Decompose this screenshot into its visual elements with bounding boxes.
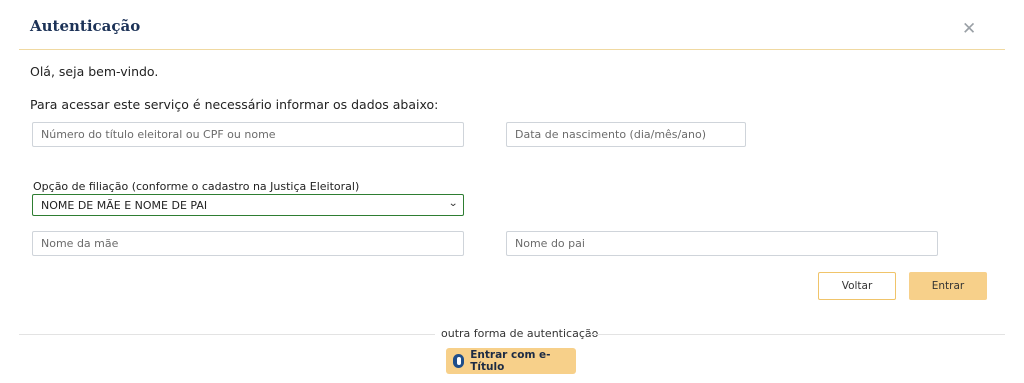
welcome-text: Olá, seja bem-vindo.	[30, 64, 159, 79]
alternative-divider-right	[587, 334, 1005, 335]
instructions-text: Para acessar este serviço é necessário i…	[30, 97, 439, 112]
chevron-down-icon: ⌄	[447, 198, 458, 209]
filiacao-label: Opção de filiação (conforme o cadastro n…	[33, 180, 360, 193]
voltar-button[interactable]: Voltar	[818, 272, 896, 300]
etitulo-button-label: Entrar com e-Título	[470, 349, 551, 373]
titulo-cpf-nome-input[interactable]	[32, 122, 464, 147]
header-divider	[19, 49, 1005, 50]
entrar-button[interactable]: Entrar	[909, 272, 987, 300]
etitulo-button[interactable]: Entrar com e-Título	[446, 348, 576, 374]
alternative-divider-text: outra forma de autenticação	[441, 327, 599, 340]
filiacao-select[interactable]: NOME DE MÃE E NOME DE PAI ⌄	[32, 194, 464, 216]
mother-name-input[interactable]	[32, 231, 464, 256]
father-name-input[interactable]	[506, 231, 938, 256]
alternative-divider-left	[19, 334, 435, 335]
birthdate-input[interactable]	[506, 122, 746, 147]
e-titulo-icon	[453, 354, 465, 368]
close-icon[interactable]: ✕	[962, 21, 976, 38]
dialog-title: Autenticação	[30, 17, 141, 35]
filiacao-selected-value: NOME DE MÃE E NOME DE PAI	[41, 198, 208, 212]
